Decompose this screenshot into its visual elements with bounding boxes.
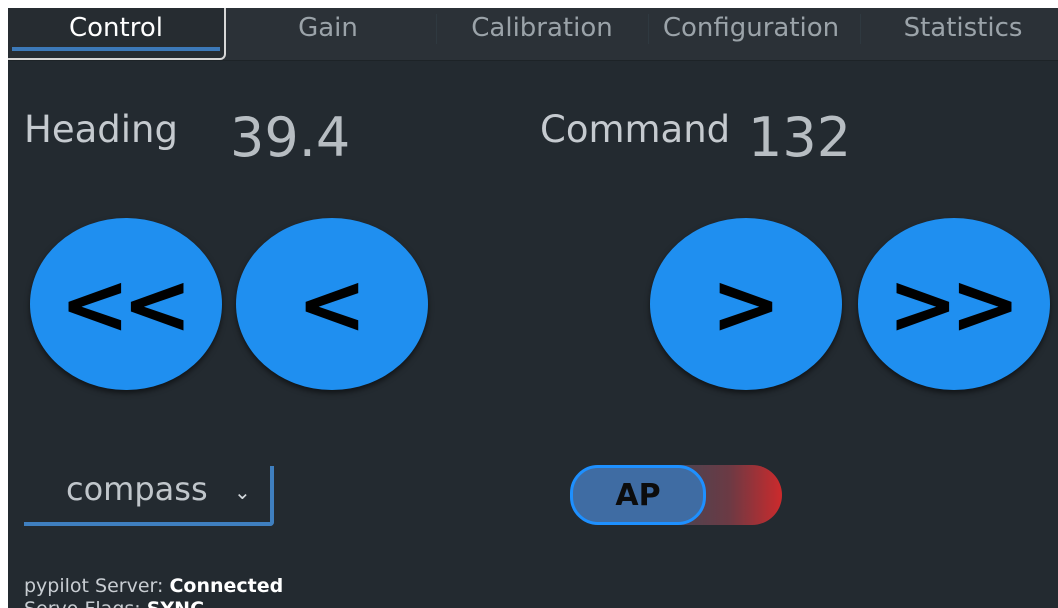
port-1-button[interactable]: < bbox=[236, 218, 428, 390]
servo-flags-status: Servo Flags: SYNC bbox=[24, 598, 204, 608]
tab-calibration[interactable]: Calibration bbox=[442, 8, 642, 56]
autopilot-app: Control Gain Calibration Configuration S… bbox=[8, 8, 1058, 608]
server-status-value: Connected bbox=[169, 575, 284, 597]
right-arrow-icon: > bbox=[710, 255, 781, 353]
left-arrow-icon: < bbox=[296, 255, 367, 353]
ap-toggle-knob[interactable]: AP bbox=[570, 465, 706, 525]
port-10-button[interactable]: << bbox=[30, 218, 222, 390]
double-left-arrow-icon: << bbox=[59, 255, 193, 353]
tab-statistics[interactable]: Statistics bbox=[868, 8, 1058, 56]
active-tab-indicator bbox=[12, 47, 220, 51]
tab-gain[interactable]: Gain bbox=[228, 8, 428, 56]
tab-configuration[interactable]: Configuration bbox=[650, 8, 852, 56]
double-right-arrow-icon: >> bbox=[887, 255, 1021, 353]
servo-flags-value: SYNC bbox=[147, 598, 204, 608]
tab-control[interactable]: Control bbox=[8, 8, 226, 60]
ap-engage-toggle[interactable]: AP bbox=[570, 465, 782, 525]
tab-bar: Control Gain Calibration Configuration S… bbox=[8, 8, 1058, 61]
heading-label: Heading bbox=[24, 108, 178, 151]
starboard-1-button[interactable]: > bbox=[650, 218, 842, 390]
tab-statistics-label: Statistics bbox=[903, 13, 1023, 43]
tab-divider bbox=[860, 14, 861, 44]
mode-select[interactable]: compass ⌄ bbox=[24, 466, 274, 526]
command-label: Command bbox=[540, 108, 731, 151]
mode-select-value: compass bbox=[66, 470, 208, 508]
tab-configuration-label: Configuration bbox=[662, 13, 840, 43]
servo-flags-label: Servo Flags: bbox=[24, 598, 141, 608]
starboard-10-button[interactable]: >> bbox=[858, 218, 1050, 390]
ap-toggle-label: AP bbox=[615, 477, 661, 513]
chevron-down-icon: ⌄ bbox=[234, 480, 251, 504]
tab-control-label: Control bbox=[69, 13, 163, 43]
heading-value: 39.4 bbox=[230, 106, 351, 169]
server-status: pypilot Server: Connected bbox=[24, 575, 283, 597]
tab-gain-label: Gain bbox=[298, 13, 358, 43]
server-status-label: pypilot Server: bbox=[24, 575, 164, 597]
tab-divider bbox=[648, 14, 649, 44]
tab-calibration-label: Calibration bbox=[471, 13, 613, 43]
command-value: 132 bbox=[748, 106, 852, 169]
tab-divider bbox=[436, 14, 437, 44]
